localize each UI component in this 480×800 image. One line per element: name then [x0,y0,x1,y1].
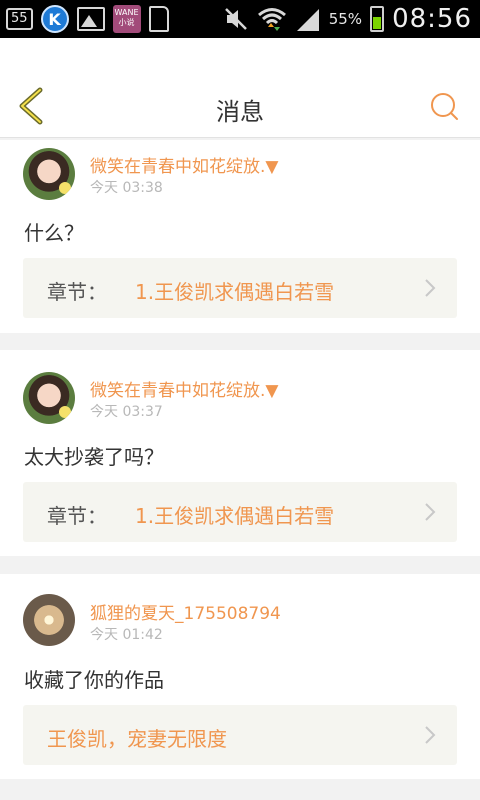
message-card[interactable]: 微笑在青春中如花绽放.▼ 今天 03:38 什么？ 章节： 1.王俊凯求偶遇白若… [0,140,480,333]
message-username[interactable]: 狐狸的夏天_175508794 [90,599,281,624]
message-card[interactable]: 微笑在青春中如花绽放.▼ 今天 03:37 太大抄袭了吗？ 章节： 1.王俊凯求… [0,350,480,556]
chapter-prefix: 章节： [47,504,107,528]
chevron-right-icon [425,726,436,744]
novel-app-icon: WANE 小说 [112,5,141,33]
chapter-link[interactable]: 章节： 1.王俊凯求偶遇白若雪 [23,482,457,542]
k-app-icon: K [40,5,69,33]
search-icon[interactable] [428,90,460,122]
battery-icon [370,6,385,32]
message-time: 今天 01:42 [90,627,163,643]
status-bar-right: 55% 08:56 [223,2,472,36]
username-text: 微笑在青春中如花绽放. [90,157,266,177]
message-content: 太大抄袭了吗？ [24,445,164,469]
gallery-icon [76,7,105,31]
message-card[interactable]: 狐狸的夏天_175508794 今天 01:42 收藏了你的作品 王俊凯，宠妻无… [0,574,480,779]
message-time: 今天 03:37 [90,404,163,420]
fox-avatar[interactable] [23,594,75,646]
girl-avatar[interactable] [23,372,75,424]
message-content: 收藏了你的作品 [24,668,164,692]
chapter-title: 1.王俊凯求偶遇白若雪 [135,504,335,528]
battery-percent: 55% [328,10,363,28]
status-bar: 55 K WANE 小说 55% 08:56 [0,0,480,38]
chapter-link[interactable]: 章节： 1.王俊凯求偶遇白若雪 [23,258,457,318]
username-text: 微笑在青春中如花绽放. [90,381,266,401]
clock: 08:56 [392,4,472,34]
message-username[interactable]: 微笑在青春中如花绽放.▼ [90,152,278,177]
message-time: 今天 03:38 [90,180,163,196]
message-username[interactable]: 微笑在青春中如花绽放.▼ [90,376,278,401]
work-link[interactable]: 王俊凯，宠妻无限度 [23,705,457,765]
sim-card-icon [148,6,169,32]
chevron-right-icon [425,503,436,521]
girl-avatar[interactable] [23,148,75,200]
chevron-right-icon [425,279,436,297]
battery-fill [373,16,382,29]
mute-icon [224,8,247,30]
notification-count-badge: 55 [6,8,33,30]
chapter-prefix: 章节： [47,280,107,304]
username-marker: ▼ [265,157,279,177]
username-text: 狐狸的夏天_175508794 [90,604,281,624]
message-content: 什么？ [24,221,84,245]
wifi-icon [257,8,286,31]
chapter-title: 1.王俊凯求偶遇白若雪 [135,280,335,304]
app-header: 消息 [0,38,480,138]
page-title: 消息 [216,98,264,126]
username-marker: ▼ [265,381,279,401]
signal-icon [296,9,319,31]
status-bar-left: 55 K WANE 小说 [6,5,169,33]
work-title: 王俊凯，宠妻无限度 [47,727,227,751]
